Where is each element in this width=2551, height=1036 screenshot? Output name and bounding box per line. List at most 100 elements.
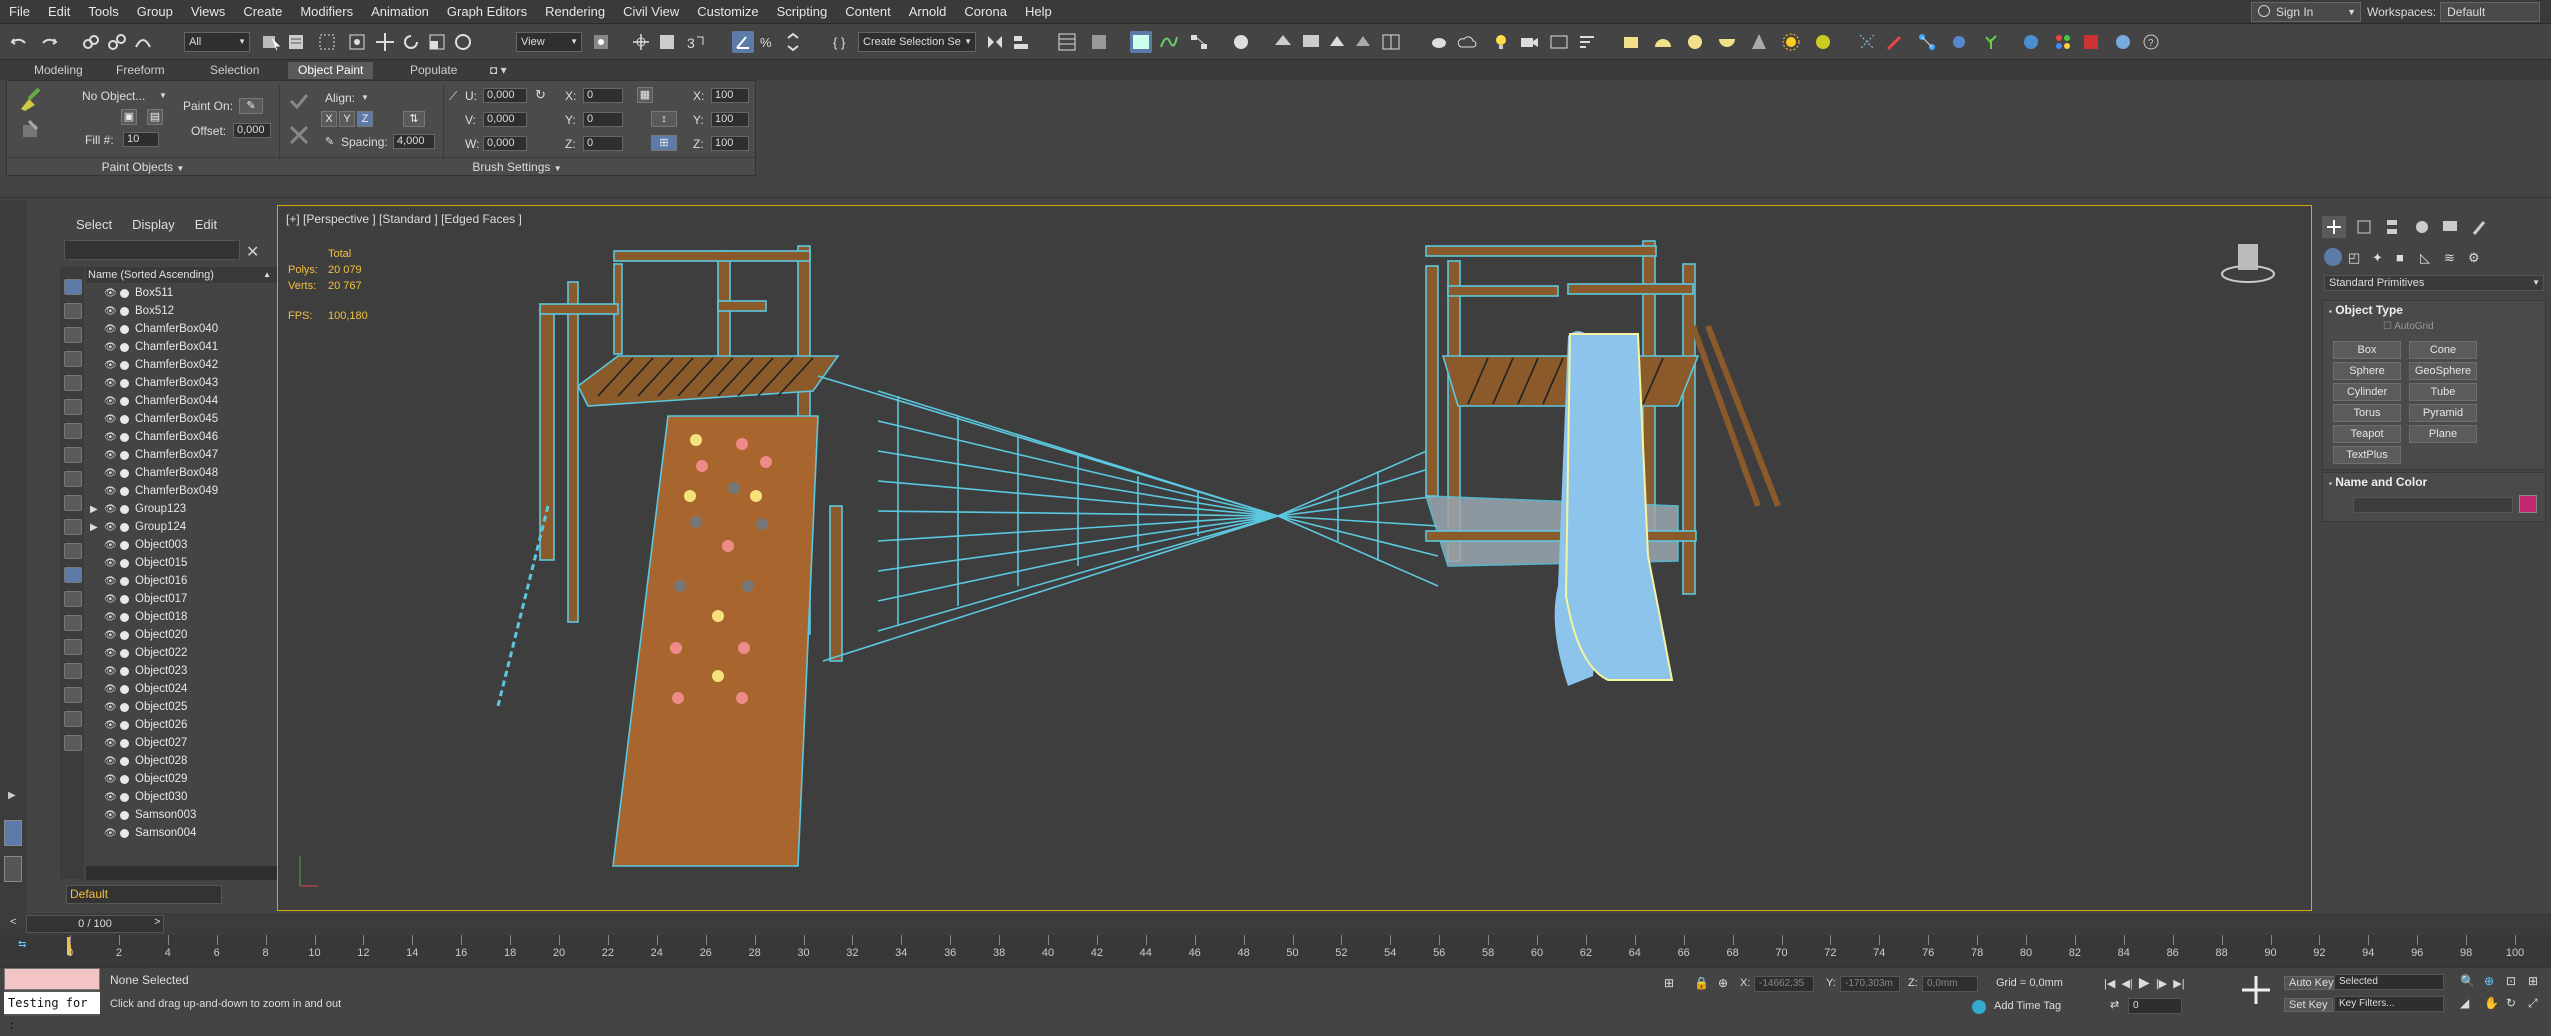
menu-rendering[interactable]: Rendering — [536, 4, 614, 19]
display-xrefs-icon[interactable] — [64, 471, 82, 487]
menu-group[interactable]: Group — [128, 4, 182, 19]
select-none-icon[interactable] — [64, 639, 82, 655]
rotate-y-spinner[interactable]: 0 — [583, 112, 623, 127]
scene-list-item[interactable]: 👁 Samson003 — [86, 806, 279, 824]
explorer-menu-display[interactable]: Display — [122, 214, 185, 236]
set-key-plus-icon[interactable] — [2238, 972, 2274, 1008]
maxscript-output[interactable] — [4, 968, 100, 990]
menu-scripting[interactable]: Scripting — [768, 4, 837, 19]
visibility-eye-icon[interactable]: 👁 — [104, 432, 117, 443]
scene-list-item[interactable]: 👁 Object020 — [86, 626, 279, 644]
name-and-color-rollout-header[interactable]: ▪ Name and Color — [2323, 473, 2545, 491]
y-coord-field[interactable]: -170,303m — [1840, 976, 1900, 992]
curve-editor-icon[interactable] — [1158, 31, 1180, 53]
cone-button[interactable]: Cone — [2409, 341, 2477, 359]
paint-brush-icon[interactable] — [17, 87, 43, 113]
menu-civil-view[interactable]: Civil View — [614, 4, 688, 19]
visibility-eye-icon[interactable]: 👁 — [104, 486, 117, 497]
torus-button[interactable]: Torus — [2333, 404, 2401, 422]
edit-named-selection-icon[interactable]: { } — [830, 31, 852, 53]
display-tab-icon[interactable] — [2438, 216, 2462, 238]
rect-selection-region-icon[interactable] — [316, 31, 338, 53]
time-tag-icon[interactable] — [1972, 1000, 1986, 1014]
geosphere-button[interactable]: GeoSphere — [2409, 362, 2477, 380]
sign-in-button[interactable]: Sign In ▼ — [2251, 2, 2361, 22]
key-mode-icon[interactable]: ⇄ — [2110, 998, 2119, 1011]
viewcube-icon[interactable] — [2218, 236, 2278, 286]
menu-file[interactable]: File — [0, 4, 39, 19]
modify-tab-icon[interactable] — [2352, 216, 2376, 238]
next-frame-icon[interactable]: |▶ — [2156, 978, 2167, 990]
menu-help[interactable]: Help — [1016, 4, 1061, 19]
visibility-eye-icon[interactable]: 👁 — [104, 306, 117, 317]
chevron-down-icon[interactable]: ▼ — [159, 91, 167, 100]
scene-list-item[interactable]: 👁 Object029 — [86, 770, 279, 788]
selection-lock-icon[interactable]: 🔒 — [1694, 976, 1709, 990]
rotate-x-spinner[interactable]: 0 — [583, 88, 623, 103]
scene-list-item[interactable]: 👁 Object015 — [86, 554, 279, 572]
render-production-icon[interactable] — [1326, 31, 1348, 53]
visibility-eye-icon[interactable]: 👁 — [104, 810, 117, 821]
scene-list-item[interactable]: 👁 ChamferBox045 — [86, 410, 279, 428]
visibility-eye-icon[interactable]: 👁 — [104, 702, 117, 713]
visibility-eye-icon[interactable]: 👁 — [104, 720, 117, 731]
hierarchy-tab-icon[interactable] — [2380, 216, 2404, 238]
scale-x-spinner[interactable]: 100 — [711, 88, 749, 103]
maximize-viewport-icon[interactable]: ⤢ — [2528, 996, 2538, 1011]
display-hidden-icon[interactable] — [64, 567, 82, 583]
axis-y-button[interactable]: Y — [339, 111, 355, 127]
particles-icon[interactable] — [1856, 31, 1878, 53]
viewport-layout-single-icon[interactable] — [4, 820, 22, 846]
tab-modeling[interactable]: Modeling — [24, 62, 93, 79]
motion-tab-icon[interactable] — [2410, 216, 2434, 238]
viewport-layout-alt-icon[interactable] — [4, 856, 22, 882]
expand-group-icon[interactable]: ▶ — [90, 522, 98, 533]
track-filter-icon[interactable]: ⇆ — [18, 939, 26, 950]
orbit-icon[interactable]: ↻ — [2506, 996, 2516, 1010]
scene-list-item[interactable]: 👁 ChamferBox043 — [86, 374, 279, 392]
visibility-eye-icon[interactable]: 👁 — [104, 324, 117, 335]
cloud-icon[interactable] — [1456, 31, 1478, 53]
scene-list-item[interactable]: 👁 Object016 — [86, 572, 279, 590]
scene-explorer-icon[interactable] — [1056, 31, 1078, 53]
visibility-eye-icon[interactable]: 👁 — [104, 558, 117, 569]
plane-button[interactable]: Plane — [2409, 425, 2477, 443]
axis-x-button[interactable]: X — [321, 111, 337, 127]
object-name-field[interactable] — [2353, 497, 2513, 513]
filter-icon[interactable] — [64, 687, 82, 703]
perspective-viewport[interactable]: [+] [Perspective ] [Standard ] [Edged Fa… — [277, 205, 2312, 911]
align-icon[interactable] — [1010, 31, 1032, 53]
auto-key-button[interactable]: Auto Key — [2284, 976, 2339, 990]
pan-icon[interactable]: ✋ — [2484, 996, 2499, 1010]
grid-node-icon[interactable] — [1916, 31, 1938, 53]
checkmark-icon[interactable] — [287, 89, 311, 113]
fill-icon[interactable] — [21, 119, 41, 139]
lights-category-icon[interactable]: ✦ — [2372, 250, 2383, 266]
invert-selection-icon[interactable] — [64, 663, 82, 679]
teapot-button[interactable]: Teapot — [2333, 425, 2401, 443]
menu-views[interactable]: Views — [182, 4, 234, 19]
tab-populate[interactable]: Populate — [400, 62, 467, 79]
material-editor-icon[interactable] — [1230, 31, 1252, 53]
brush-settings-footer[interactable]: Brush Settings ▼ — [279, 157, 755, 175]
explorer-search-input[interactable] — [64, 240, 240, 260]
axis-z-button[interactable]: Z — [357, 111, 373, 127]
visibility-eye-icon[interactable]: 👁 — [104, 774, 117, 785]
x-coord-field[interactable]: -14662,35 — [1754, 976, 1814, 992]
autogrid-checkbox[interactable]: ☐ AutoGrid — [2383, 321, 2434, 332]
flip-axis-icon[interactable]: ⇅ — [403, 111, 425, 127]
menu-animation[interactable]: Animation — [362, 4, 438, 19]
scene-list-item[interactable]: 👁 Object023 — [86, 662, 279, 680]
explorer-menu-edit[interactable]: Edit — [185, 214, 227, 236]
mirror-icon[interactable] — [984, 31, 1006, 53]
zoom-extents-icon[interactable]: ⊡ — [2506, 974, 2516, 988]
scene-list-item[interactable]: 👁 ChamferBox048 — [86, 464, 279, 482]
render-globe-icon[interactable] — [2112, 31, 2134, 53]
workspaces-value[interactable]: Default — [2440, 2, 2541, 22]
rotate-z-spinner[interactable]: 0 — [583, 136, 623, 151]
helpers-category-icon[interactable]: ◺ — [2420, 250, 2430, 266]
select-place-icon[interactable] — [452, 31, 474, 53]
zoom-icon[interactable]: 🔍 — [2460, 974, 2475, 988]
menu-edit[interactable]: Edit — [39, 4, 79, 19]
go-to-start-icon[interactable]: |◀ — [2104, 978, 2115, 990]
